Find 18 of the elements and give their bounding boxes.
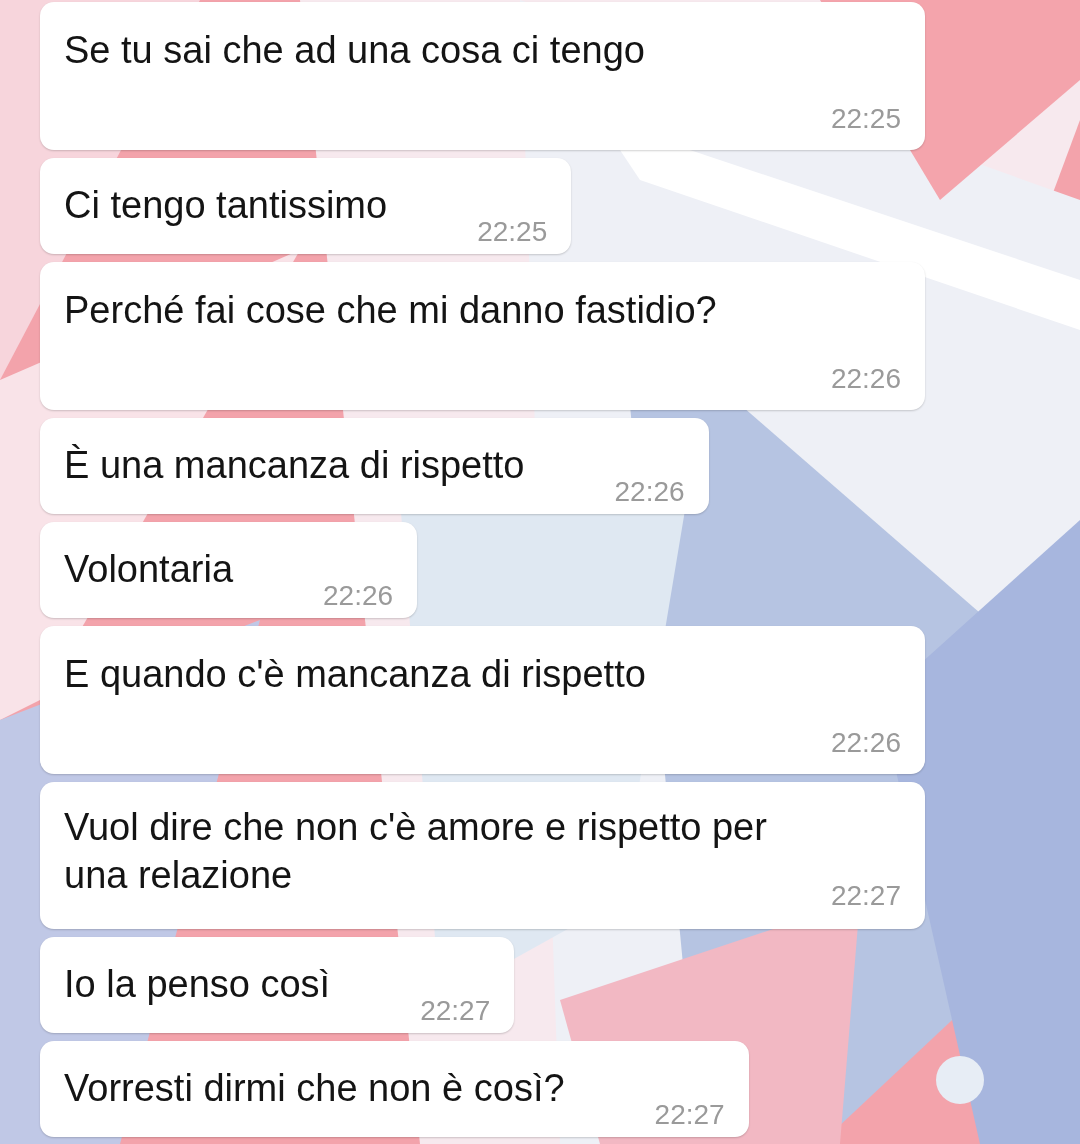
message-text: E quando c'è mancanza di rispetto — [64, 652, 647, 697]
message-text: Io la penso così — [64, 962, 331, 1007]
message-time: 22:25 — [477, 215, 548, 249]
message-time: 22:26 — [830, 726, 901, 760]
message-time: 22:27 — [654, 1098, 725, 1132]
message-text: Ci tengo tantissimo — [64, 183, 388, 228]
message-time: 22:26 — [830, 362, 901, 396]
message-time: 22:27 — [830, 879, 901, 913]
message-text: È una mancanza di rispetto — [64, 443, 525, 488]
message-time: 22:27 — [420, 994, 491, 1028]
message-time: 22:26 — [614, 475, 685, 509]
message-text: Perché fai cose che mi danno fastidio? — [64, 288, 718, 333]
message-text: Vuol dire che non c'è amore e rispetto per una relazione — [64, 805, 768, 898]
message-text: Se tu sai che ad una cosa ci tengo — [64, 28, 646, 73]
message-time: 22:25 — [830, 102, 901, 136]
message-text: Vorresti dirmi che non è così? — [64, 1066, 565, 1111]
message-text: Volontaria — [64, 547, 233, 592]
message-time: 22:26 — [323, 579, 394, 613]
